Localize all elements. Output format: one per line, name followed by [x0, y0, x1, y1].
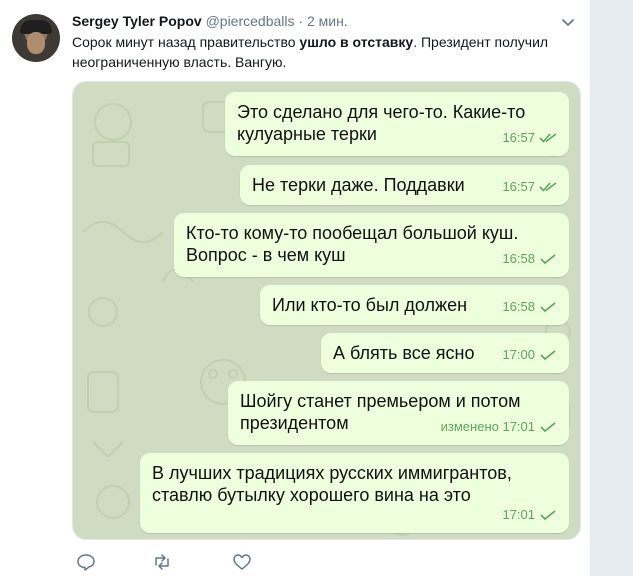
author-handle[interactable]: @piercedballs	[206, 13, 295, 29]
chevron-down-icon[interactable]	[560, 14, 576, 30]
header-separator: ·	[298, 13, 304, 29]
message-time: 16:58	[502, 299, 535, 314]
check-icon	[540, 510, 556, 521]
message-meta: 16:57	[502, 127, 557, 149]
message-meta: 16:57	[502, 176, 557, 198]
chat-message[interactable]: Не терки даже. Поддавки 16:57	[240, 165, 569, 205]
double-check-icon	[539, 133, 557, 143]
check-icon	[540, 254, 556, 265]
double-check-icon	[539, 182, 557, 192]
message-time: 16:57	[502, 179, 535, 194]
chat-screenshot[interactable]: Это сделано для чего-то. Какие-то кулуар…	[72, 81, 581, 540]
message-meta: 17:00	[502, 344, 557, 366]
retweet-icon[interactable]	[152, 552, 172, 572]
message-time: 16:58	[502, 251, 535, 266]
chat-message[interactable]: Это сделано для чего-то. Какие-то кулуар…	[225, 92, 569, 156]
chat-message[interactable]: В лучших традициях русских иммигрантов, …	[140, 453, 569, 533]
reply-icon[interactable]	[76, 552, 96, 572]
tweet-actions	[72, 552, 292, 572]
tweet-header: Sergey Tyler Popov @piercedballs · 2 мин…	[72, 12, 348, 30]
check-icon	[540, 350, 556, 361]
tweet-time[interactable]: 2 мин.	[307, 13, 348, 29]
like-icon[interactable]	[232, 552, 252, 572]
message-text: А блять все ясно	[333, 343, 475, 363]
check-icon	[540, 302, 556, 313]
avatar[interactable]	[12, 14, 60, 62]
message-text: Или кто-то был должен	[272, 295, 468, 315]
message-meta: 17:01	[502, 504, 557, 526]
message-text: Кто-то кому-то пообещал большой куш. Воп…	[186, 223, 519, 265]
message-time: изменено 17:01	[440, 419, 535, 434]
avatar-face	[27, 32, 45, 54]
author-name[interactable]: Sergey Tyler Popov	[72, 13, 202, 29]
check-icon	[540, 422, 556, 433]
chat-message[interactable]: Или кто-то был должен 16:58	[260, 285, 569, 325]
message-meta: 16:58	[502, 248, 557, 270]
message-meta: изменено 17:01	[441, 416, 557, 438]
tweet-text-part1: Сорок минут назад правительство	[72, 34, 300, 50]
chat-message[interactable]: А блять все ясно 17:00	[321, 333, 569, 373]
tweet-text-bold: ушло в отставку	[299, 34, 414, 50]
page-side-background	[590, 0, 633, 576]
message-meta: 16:58	[502, 296, 557, 318]
message-text: Это сделано для чего-то. Какие-то кулуар…	[237, 102, 526, 144]
chat-message[interactable]: Кто-то кому-то пообещал большой куш. Воп…	[174, 213, 569, 277]
message-text: В лучших традициях русских иммигрантов, …	[152, 463, 512, 505]
message-time: 16:57	[502, 130, 535, 145]
tweet-card: Sergey Tyler Popov @piercedballs · 2 мин…	[0, 0, 590, 576]
message-time: 17:01	[502, 507, 535, 522]
message-text: Не терки даже. Поддавки	[252, 175, 465, 195]
message-time: 17:00	[502, 347, 535, 362]
tweet-text: Сорок минут назад правительство ушло в о…	[72, 32, 577, 72]
chat-message[interactable]: Шойгу станет премьером и потом президент…	[228, 381, 569, 445]
